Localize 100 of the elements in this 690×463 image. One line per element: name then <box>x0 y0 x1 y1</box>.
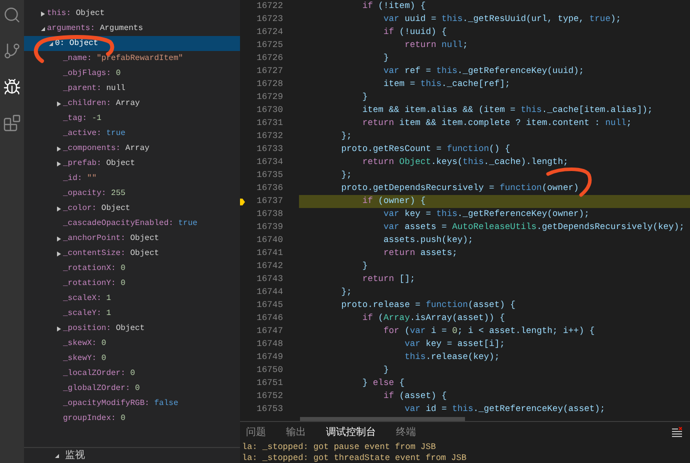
watch-header[interactable]: 监视 <box>24 447 240 463</box>
line-number: 16733 <box>256 142 283 156</box>
code-line: } else { <box>361 377 406 390</box>
variable-row[interactable]: _localZOrder: 0 <box>24 366 240 381</box>
panel-tab[interactable]: 终端 <box>396 424 416 440</box>
variable-name: _scaleX: <box>63 292 102 304</box>
branch-icon[interactable] <box>3 42 21 60</box>
variable-value: Object <box>116 322 145 334</box>
line-number: 16731 <box>256 116 283 130</box>
variable-value: 0 <box>120 262 126 274</box>
variable-row[interactable]: _anchorPoint: Object <box>24 231 240 246</box>
code-line: item && item.alias && (item = this._cache[item.alias]); <box>361 104 654 117</box>
caret-icon[interactable] <box>56 236 62 242</box>
variable-name: _children: <box>63 98 112 110</box>
caret-icon[interactable] <box>40 26 46 32</box>
line-number: 16729 <box>256 90 283 104</box>
line-number: 16725 <box>256 38 283 52</box>
code-line: item = this._cache[ref]; <box>382 78 512 91</box>
variable-row[interactable]: _tag: -1 <box>24 111 240 126</box>
blocks-icon[interactable] <box>3 114 21 132</box>
variable-row[interactable]: _prefab: Object <box>24 156 240 171</box>
line-number: 16727 <box>256 64 283 78</box>
code-line: } <box>361 91 369 104</box>
panel-tab[interactable]: 输出 <box>286 424 306 440</box>
variable-row[interactable]: _scaleX: 1 <box>24 291 240 306</box>
code-line: proto.release = function(asset) { <box>340 299 516 312</box>
variable-name: _opacity: <box>63 188 106 200</box>
variable-row[interactable]: this: Object <box>24 6 240 21</box>
code-line: return []; <box>361 273 416 286</box>
line-number: 16753 <box>256 402 283 416</box>
horizontal-scrollbar[interactable] <box>300 417 465 421</box>
caret-icon[interactable] <box>40 10 46 16</box>
variable-row[interactable]: _opacityModifyRGB: false <box>24 396 240 411</box>
caret-icon[interactable] <box>56 160 62 166</box>
variable-row[interactable]: _rotationX: 0 <box>24 261 240 276</box>
search-icon[interactable] <box>3 6 21 24</box>
line-number: 16749 <box>256 350 283 364</box>
panel-tab[interactable]: 问题 <box>246 424 266 440</box>
variable-row[interactable]: _id: "" <box>24 171 240 186</box>
line-number: 16744 <box>256 286 283 299</box>
bug-icon[interactable] <box>3 78 21 96</box>
variable-row[interactable]: _contentSize: Object <box>24 246 240 261</box>
caret-icon[interactable] <box>56 146 62 152</box>
variable-value: 255 <box>111 188 126 200</box>
variable-value: 0 <box>116 68 121 80</box>
variable-row[interactable]: _parent: null <box>24 81 240 96</box>
variable-row[interactable]: _skewY: 0 <box>24 351 240 366</box>
code-line: var key = this._getReferenceKey(owner); <box>382 208 590 221</box>
line-number: 16750 <box>256 364 283 377</box>
variable-row[interactable]: _children: Array <box>24 96 240 111</box>
code-line: var id = this._getReferenceKey(asset); <box>404 403 606 416</box>
variable-name: _skewX: <box>63 338 97 350</box>
variable-row[interactable]: groupIndex: 0 <box>24 411 240 426</box>
line-number: 16730 <box>256 104 283 117</box>
variable-row[interactable]: _opacity: 255 <box>24 186 240 201</box>
line-number: 16745 <box>256 298 283 312</box>
caret-icon[interactable] <box>56 206 62 212</box>
code-line: if (Array.isArray(asset)) { <box>361 312 506 325</box>
variable-name: _id: <box>63 172 82 184</box>
variable-value: Object <box>106 158 136 170</box>
caret-icon[interactable] <box>48 40 54 46</box>
variable-name: _contentSize: <box>63 248 126 260</box>
variable-row[interactable]: _skewX: 0 <box>24 336 240 351</box>
caret-icon[interactable] <box>56 100 62 106</box>
variable-name: _active: <box>63 128 102 140</box>
caret-icon[interactable] <box>56 250 62 256</box>
code-line: proto.getDependsRecursively = function(owner) <box>340 182 580 195</box>
variable-row[interactable]: _scaleY: 1 <box>24 306 240 321</box>
variable-row[interactable]: _globalZOrder: 0 <box>24 381 240 396</box>
code-line: var assets = AutoReleaseUtils.getDependsRecursively(key); <box>382 221 686 234</box>
line-number: 16742 <box>256 260 283 273</box>
variable-value: Object <box>76 8 105 20</box>
variable-name: _components: <box>63 142 121 154</box>
line-number: 16728 <box>256 78 283 91</box>
line-number: 16741 <box>256 246 283 260</box>
variable-row[interactable]: _objFlags: 0 <box>24 66 240 81</box>
variable-row[interactable]: _components: Array <box>24 141 240 156</box>
variable-value: true <box>106 128 126 140</box>
variable-row[interactable]: _color: Object <box>24 201 240 216</box>
variable-name: _parent: <box>63 82 102 94</box>
variable-row[interactable]: _active: true <box>24 126 240 141</box>
clear-console-icon[interactable] <box>672 427 682 437</box>
variable-name: _rotationY: <box>63 278 116 290</box>
line-number: 16739 <box>256 220 283 234</box>
code-line: return assets; <box>382 247 458 260</box>
variable-value: Array <box>116 98 140 110</box>
variable-value: 0 <box>135 382 140 394</box>
variable-row[interactable]: _rotationY: 0 <box>24 276 240 291</box>
variable-row[interactable]: arguments: Arguments <box>24 21 240 36</box>
caret-icon[interactable] <box>56 326 62 332</box>
caret-icon[interactable] <box>54 452 60 458</box>
code-line: proto.getResCount = function() { <box>340 143 512 156</box>
variable-name: this: <box>47 8 72 20</box>
code-line: return item && item.complete ? item.content : null; <box>361 117 633 130</box>
variable-row[interactable]: _position: Object <box>24 321 240 336</box>
variable-value: Object <box>130 248 160 260</box>
variable-value: 0 <box>120 278 126 290</box>
panel-tab[interactable]: 调试控制台 <box>326 424 376 440</box>
variable-row[interactable]: _name: "prefabRewardItem" <box>24 51 240 66</box>
variable-row[interactable]: _cascadeOpacityEnabled: true <box>24 216 240 231</box>
